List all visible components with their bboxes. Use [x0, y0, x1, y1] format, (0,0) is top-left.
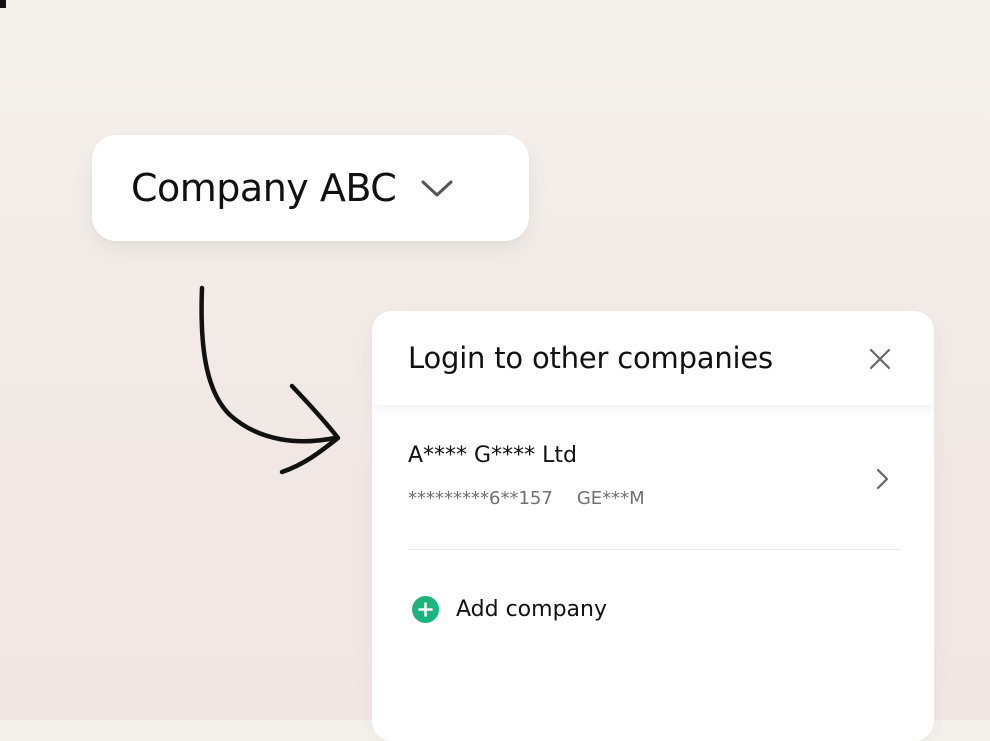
- corner-mark: [0, 0, 6, 8]
- company-item-id: *********6**157: [408, 488, 553, 509]
- company-selector[interactable]: Company ABC: [92, 135, 529, 241]
- divider: [408, 549, 901, 550]
- curved-arrow-icon: [199, 285, 341, 475]
- plus-circle-icon: [412, 595, 439, 623]
- company-list-item[interactable]: A**** G**** Ltd *********6**157 GE***M: [408, 429, 901, 549]
- panel-title: Login to other companies: [408, 341, 773, 375]
- panel-header: Login to other companies: [372, 311, 934, 405]
- company-name: Company ABC: [131, 166, 397, 210]
- company-item-code: GE***M: [576, 488, 645, 509]
- add-company-label: Add company: [456, 596, 607, 622]
- login-panel: Login to other companies A**** G**** Ltd…: [372, 311, 934, 741]
- chevron-right-icon: [870, 467, 894, 491]
- add-company-button[interactable]: Add company: [412, 589, 607, 629]
- company-item-name: A**** G**** Ltd: [408, 443, 577, 468]
- chevron-down-icon: [420, 177, 454, 199]
- company-item-meta: *********6**157 GE***M: [408, 488, 645, 509]
- close-icon[interactable]: [864, 343, 896, 375]
